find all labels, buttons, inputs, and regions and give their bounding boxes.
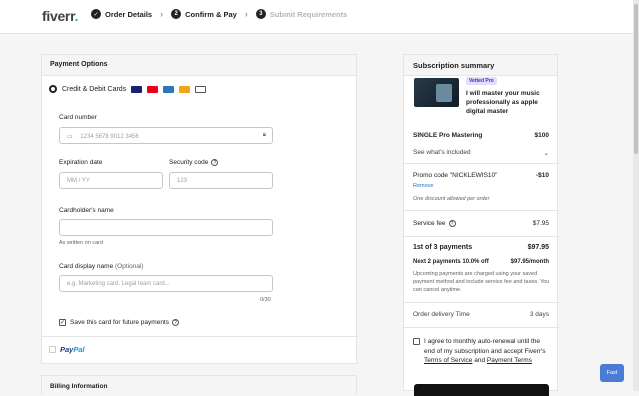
radio-selected[interactable] <box>49 85 57 93</box>
service-fee-row: Service fee? $7.95 <box>413 220 549 228</box>
help-icon[interactable]: ? <box>211 159 219 166</box>
fast-button[interactable]: Fast <box>600 364 624 382</box>
gig-title: I will master your music professionally … <box>466 90 540 115</box>
chevron-right-icon: › <box>160 9 164 19</box>
step-confirm-pay: 2 Confirm & Pay <box>171 9 237 19</box>
whats-included-toggle[interactable]: See what's included ⌄ <box>413 149 549 157</box>
help-icon[interactable]: ? <box>448 220 456 227</box>
fiverr-logo[interactable]: fiverr. <box>42 8 78 24</box>
step-order-details[interactable]: ✓ Order Details <box>91 9 152 19</box>
expiration-input[interactable]: MM / YY <box>59 172 163 189</box>
billing-title: Billing Information <box>42 376 356 396</box>
scrollbar-thumb[interactable] <box>634 4 638 154</box>
visa-icon <box>131 85 143 93</box>
package-row: SINGLE Pro Mastering $100 <box>413 132 549 139</box>
summary-title: Subscription summary <box>404 55 557 76</box>
scrollbar[interactable] <box>633 0 639 391</box>
checkout-steps: ✓ Order Details › 2 Confirm & Pay › 3 Su… <box>91 9 347 19</box>
gig-thumbnail <box>414 78 459 107</box>
cardholder-hint: As written on card <box>59 240 104 246</box>
step-submit-requirements: 3 Submit Requirements <box>255 9 347 19</box>
agree-checkbox[interactable] <box>413 338 420 345</box>
upcoming-note: Upcoming payments are charged using your… <box>413 271 550 293</box>
cardholder-label: Cardholder's name <box>59 207 114 214</box>
card-number-label: Card number <box>59 114 97 121</box>
credit-card-option[interactable]: Credit & Debit Cards <box>49 85 207 93</box>
chevron-down-icon: ⌄ <box>543 150 549 157</box>
promo-row: Promo code "NICKLEWIS10" -$10 <box>413 172 549 179</box>
next-payments-row: Next 2 payments 10.0% off $97.95/month <box>413 259 549 265</box>
mastercard-icon <box>147 85 159 93</box>
terms-of-service-link[interactable]: Terms of Service <box>424 357 472 364</box>
check-icon: ✓ <box>91 9 101 19</box>
card-display-input[interactable]: e.g. Marketing card, Legal team card... <box>59 275 273 292</box>
help-icon[interactable]: ? <box>172 319 179 326</box>
char-counter: 0/30 <box>260 297 271 303</box>
lock-icon: 🔒︎ <box>262 132 266 138</box>
first-payment-row: 1st of 3 payments $97.95 <box>413 244 549 251</box>
payment-options-title: Payment Options <box>42 55 356 76</box>
security-code-input[interactable]: 123 <box>169 172 273 189</box>
save-card-checkbox[interactable]: ✓ <box>59 319 66 326</box>
paypal-radio[interactable] <box>49 346 56 353</box>
security-code-label: Security code? <box>169 159 219 166</box>
delivery-row: Order delivery Time 3 days <box>413 311 549 318</box>
card-display-label: Card display name (Optional) <box>59 263 144 270</box>
divider <box>42 336 358 337</box>
promo-note: One discount allowed per order <box>413 196 490 202</box>
subscription-summary: Subscription summary Vetted Pro I will m… <box>403 54 559 396</box>
agree-text: I agree to monthly auto-renewal until th… <box>424 338 546 364</box>
payment-terms-link[interactable]: Payment Terms <box>487 357 532 364</box>
amex-icon <box>163 85 175 93</box>
pay-button[interactable] <box>414 384 549 396</box>
vetted-pro-badge: Vetted Pro <box>466 77 497 85</box>
diners-icon <box>195 85 207 93</box>
card-number-input[interactable]: ▭ 1234 5678 9012 3456 🔒︎ <box>59 127 273 144</box>
discover-icon <box>179 85 191 93</box>
cardholder-input[interactable] <box>59 219 273 236</box>
chevron-right-icon: › <box>244 9 248 19</box>
expiration-label: Expiration date <box>59 159 103 166</box>
remove-promo-link[interactable]: Remove <box>413 183 549 189</box>
card-icon: ▭ <box>67 134 73 140</box>
payment-options-panel: Payment Options Credit & Debit Cards Car… <box>41 54 358 364</box>
paypal-logo: PayPal <box>60 345 85 354</box>
top-bar: fiverr. ✓ Order Details › 2 Confirm & Pa… <box>0 0 639 34</box>
save-card-label: Save this card for future payments? <box>70 319 179 326</box>
billing-panel: Billing Information <box>41 375 357 396</box>
